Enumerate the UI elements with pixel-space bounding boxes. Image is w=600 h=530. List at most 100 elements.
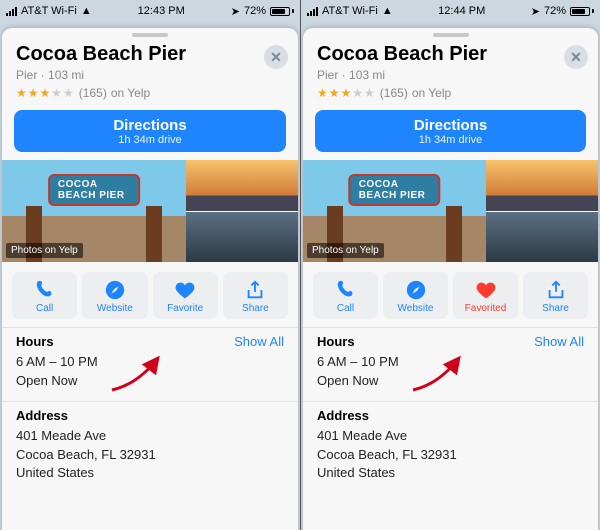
share-label: Share (242, 303, 269, 314)
signal-bars-icon (6, 7, 17, 16)
battery-percent: 72% (244, 5, 266, 17)
battery-icon (270, 7, 294, 16)
address-line3: United States (16, 464, 284, 483)
phone-icon (335, 279, 357, 301)
share-icon (244, 279, 266, 301)
battery-icon (570, 7, 594, 16)
carrier-label: AT&T Wi-Fi (322, 5, 378, 17)
battery-percent: 72% (544, 5, 566, 17)
call-button[interactable]: Call (313, 272, 378, 319)
place-title: Cocoa Beach Pier (317, 43, 584, 66)
heart-icon (174, 279, 196, 301)
hours-status: Open Now (317, 372, 584, 391)
address-section[interactable]: Address 401 Meade Ave Cocoa Beach, FL 32… (2, 401, 298, 494)
website-label: Website (97, 303, 133, 314)
heart-icon (475, 279, 497, 301)
review-source: on Yelp (412, 86, 451, 100)
compass-icon (405, 279, 427, 301)
place-title: Cocoa Beach Pier (16, 43, 284, 66)
share-button[interactable]: Share (223, 272, 288, 319)
location-arrow-icon: ➤ (531, 5, 540, 18)
carrier-label: AT&T Wi-Fi (21, 5, 77, 17)
photo-thumb-pier[interactable] (186, 211, 298, 263)
hours-title: Hours (317, 334, 355, 349)
status-bar: AT&T Wi-Fi ▲ 12:44 PM ➤ 72% (301, 0, 600, 22)
signal-bars-icon (307, 7, 318, 16)
address-title: Address (317, 408, 369, 423)
website-label: Website (398, 303, 434, 314)
address-line3: United States (317, 464, 584, 483)
close-icon: ✕ (570, 49, 582, 66)
hours-section: Hours Show All 6 AM – 10 PM Open Now (303, 327, 598, 401)
review-count: (165) (79, 86, 107, 100)
place-subtitle: Pier · 103 mi (16, 68, 284, 82)
address-line2: Cocoa Beach, FL 32931 (317, 446, 584, 465)
hours-range: 6 AM – 10 PM (16, 353, 284, 372)
address-line2: Cocoa Beach, FL 32931 (16, 446, 284, 465)
clock: 12:43 PM (138, 5, 185, 17)
action-row: Call Website Favorited Share (303, 270, 598, 327)
photo-source-badge: Photos on Yelp (307, 243, 384, 258)
compass-icon (104, 279, 126, 301)
photo-strip[interactable]: COCOA BEACH PIER Photos on Yelp (2, 160, 298, 262)
close-button[interactable]: ✕ (264, 45, 288, 69)
pier-sign: COCOA BEACH PIER (349, 174, 440, 206)
directions-eta: 1h 34m drive (14, 134, 286, 146)
wifi-icon: ▲ (81, 5, 92, 17)
star-rating: ★★★★★ (317, 86, 376, 100)
directions-button[interactable]: Directions 1h 34m drive (315, 110, 586, 152)
wifi-icon: ▲ (382, 5, 393, 17)
hours-section: Hours Show All 6 AM – 10 PM Open Now (2, 327, 298, 401)
action-row: Call Website Favorite Share (2, 270, 298, 327)
rating-row[interactable]: ★★★★★ (165) on Yelp (317, 86, 584, 100)
photo-thumb-sunset[interactable] (186, 160, 298, 211)
phone-icon (34, 279, 56, 301)
review-source: on Yelp (111, 86, 150, 100)
status-bar: AT&T Wi-Fi ▲ 12:43 PM ➤ 72% (0, 0, 300, 22)
close-icon: ✕ (270, 49, 282, 66)
favorite-label: Favorited (465, 303, 507, 314)
pier-sign: COCOA BEACH PIER (48, 174, 140, 206)
review-count: (165) (380, 86, 408, 100)
directions-button[interactable]: Directions 1h 34m drive (14, 110, 286, 152)
website-button[interactable]: Website (82, 272, 147, 319)
clock: 12:44 PM (438, 5, 485, 17)
place-card-sheet[interactable]: ✕ Cocoa Beach Pier Pier · 103 mi ★★★★★ (… (303, 28, 598, 530)
address-line1: 401 Meade Ave (16, 427, 284, 446)
screenshot-after: AT&T Wi-Fi ▲ 12:44 PM ➤ 72% ✕ Cocoa Beac… (300, 0, 600, 530)
star-rating: ★★★★★ (16, 86, 75, 100)
directions-eta: 1h 34m drive (315, 134, 586, 146)
address-line1: 401 Meade Ave (317, 427, 584, 446)
address-section[interactable]: Address 401 Meade Ave Cocoa Beach, FL 32… (303, 401, 598, 494)
drag-handle[interactable] (132, 33, 168, 37)
photo-source-badge: Photos on Yelp (6, 243, 83, 258)
place-subtitle: Pier · 103 mi (317, 68, 584, 82)
drag-handle[interactable] (433, 33, 469, 37)
hours-range: 6 AM – 10 PM (317, 353, 584, 372)
favorite-button[interactable]: Favorited (453, 272, 518, 319)
directions-label: Directions (14, 117, 286, 134)
location-arrow-icon: ➤ (231, 5, 240, 18)
share-icon (545, 279, 567, 301)
favorite-button[interactable]: Favorite (153, 272, 218, 319)
place-card-sheet[interactable]: ✕ Cocoa Beach Pier Pier · 103 mi ★★★★★ (… (2, 28, 298, 530)
share-button[interactable]: Share (523, 272, 588, 319)
favorite-label: Favorite (167, 303, 203, 314)
website-button[interactable]: Website (383, 272, 448, 319)
rating-row[interactable]: ★★★★★ (165) on Yelp (16, 86, 284, 100)
photo-thumb-pier[interactable] (486, 211, 598, 263)
hours-status: Open Now (16, 372, 284, 391)
address-title: Address (16, 408, 68, 423)
hours-title: Hours (16, 334, 54, 349)
screenshot-before: AT&T Wi-Fi ▲ 12:43 PM ➤ 72% ✕ Cocoa Beac… (0, 0, 300, 530)
photo-strip[interactable]: COCOA BEACH PIER Photos on Yelp (303, 160, 598, 262)
photo-thumb-sunset[interactable] (486, 160, 598, 211)
close-button[interactable]: ✕ (564, 45, 588, 69)
directions-label: Directions (315, 117, 586, 134)
call-button[interactable]: Call (12, 272, 77, 319)
call-label: Call (337, 303, 354, 314)
hours-show-all[interactable]: Show All (234, 334, 284, 349)
hours-show-all[interactable]: Show All (534, 334, 584, 349)
call-label: Call (36, 303, 53, 314)
share-label: Share (542, 303, 569, 314)
